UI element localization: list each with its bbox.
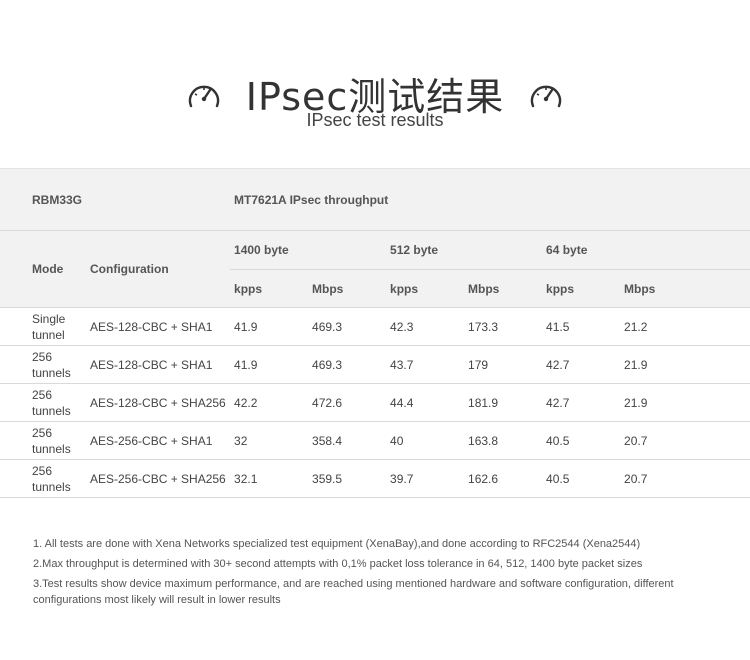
unit-header: kpps	[542, 269, 621, 308]
config-cell: AES-256-CBC + SHA1	[90, 421, 231, 460]
value-cell: 42.7	[542, 345, 621, 384]
value-cell: 162.6	[464, 459, 543, 498]
unit-header: kpps	[386, 269, 465, 308]
value-cell: 21.9	[620, 345, 750, 384]
value-cell: 40.5	[542, 459, 621, 498]
unit-header: kpps	[230, 269, 309, 308]
config-cell: AES-256-CBC + SHA256	[90, 459, 231, 498]
group-header: 64 byte	[542, 230, 750, 270]
unit-header: Mbps	[464, 269, 543, 308]
value-cell: 41.5	[542, 307, 621, 346]
value-cell: 32.1	[230, 459, 309, 498]
mode-cell: 256 tunnels	[0, 383, 90, 422]
group-header-row: Mode Configuration 1400 byte 512 byte 64…	[0, 230, 750, 308]
value-cell: 42.3	[386, 307, 465, 346]
value-cell: 163.8	[464, 421, 543, 460]
footnote: 2.Max throughput is determined with 30+ …	[33, 558, 643, 570]
mode-cell: 256 tunnels	[0, 421, 90, 460]
value-cell: 173.3	[464, 307, 543, 346]
device-name: RBM33G	[0, 168, 231, 231]
table-row: 256 tunnels AES-256-CBC + SHA1 32 358.4 …	[0, 421, 750, 460]
col-config-header: Configuration	[90, 230, 231, 308]
gauge-icon	[530, 85, 562, 108]
table-row: 256 tunnels AES-128-CBC + SHA1 41.9 469.…	[0, 345, 750, 384]
value-cell: 44.4	[386, 383, 465, 422]
page-subtitle: IPsec test results	[306, 110, 444, 130]
value-cell: 43.7	[386, 345, 465, 384]
table-row: Single tunnel AES-128-CBC + SHA1 41.9 46…	[0, 307, 750, 346]
value-cell: 20.7	[620, 421, 750, 460]
footnote: 1. All tests are done with Xena Networks…	[33, 538, 641, 550]
unit-header: Mbps	[308, 269, 387, 308]
value-cell: 21.9	[620, 383, 750, 422]
mode-cell: 256 tunnels	[0, 459, 90, 498]
table-title-row: RBM33G MT7621A IPsec throughput	[0, 168, 750, 231]
table-row: 256 tunnels AES-256-CBC + SHA256 32.1 35…	[0, 459, 750, 498]
unit-header: Mbps	[620, 269, 750, 308]
value-cell: 32	[230, 421, 309, 460]
value-cell: 42.7	[542, 383, 621, 422]
throughput-title: MT7621A IPsec throughput	[230, 168, 750, 231]
header: IPsec测试结果 IPsec test results	[0, 0, 750, 168]
group-header: 1400 byte	[230, 230, 387, 270]
value-cell: 359.5	[308, 459, 387, 498]
value-cell: 39.7	[386, 459, 465, 498]
mode-cell: 256 tunnels	[0, 345, 90, 384]
value-cell: 42.2	[230, 383, 309, 422]
config-cell: AES-128-CBC + SHA1	[90, 345, 231, 384]
footnotes: 1. All tests are done with Xena Networks…	[33, 536, 723, 612]
value-cell: 21.2	[620, 307, 750, 346]
value-cell: 20.7	[620, 459, 750, 498]
value-cell: 179	[464, 345, 543, 384]
col-mode-header: Mode	[0, 230, 90, 308]
value-cell: 41.9	[230, 307, 309, 346]
footnote: 3.Test results show device maximum perfo…	[33, 578, 674, 606]
value-cell: 358.4	[308, 421, 387, 460]
value-cell: 472.6	[308, 383, 387, 422]
value-cell: 41.9	[230, 345, 309, 384]
config-cell: AES-128-CBC + SHA256	[90, 383, 231, 422]
config-cell: AES-128-CBC + SHA1	[90, 307, 231, 346]
mode-cell: Single tunnel	[0, 307, 90, 346]
value-cell: 181.9	[464, 383, 543, 422]
value-cell: 40.5	[542, 421, 621, 460]
value-cell: 469.3	[308, 345, 387, 384]
group-header: 512 byte	[386, 230, 543, 270]
table-row: 256 tunnels AES-128-CBC + SHA256 42.2 47…	[0, 383, 750, 422]
value-cell: 40	[386, 421, 465, 460]
results-table: RBM33G MT7621A IPsec throughput Mode Con…	[0, 168, 750, 498]
value-cell: 469.3	[308, 307, 387, 346]
